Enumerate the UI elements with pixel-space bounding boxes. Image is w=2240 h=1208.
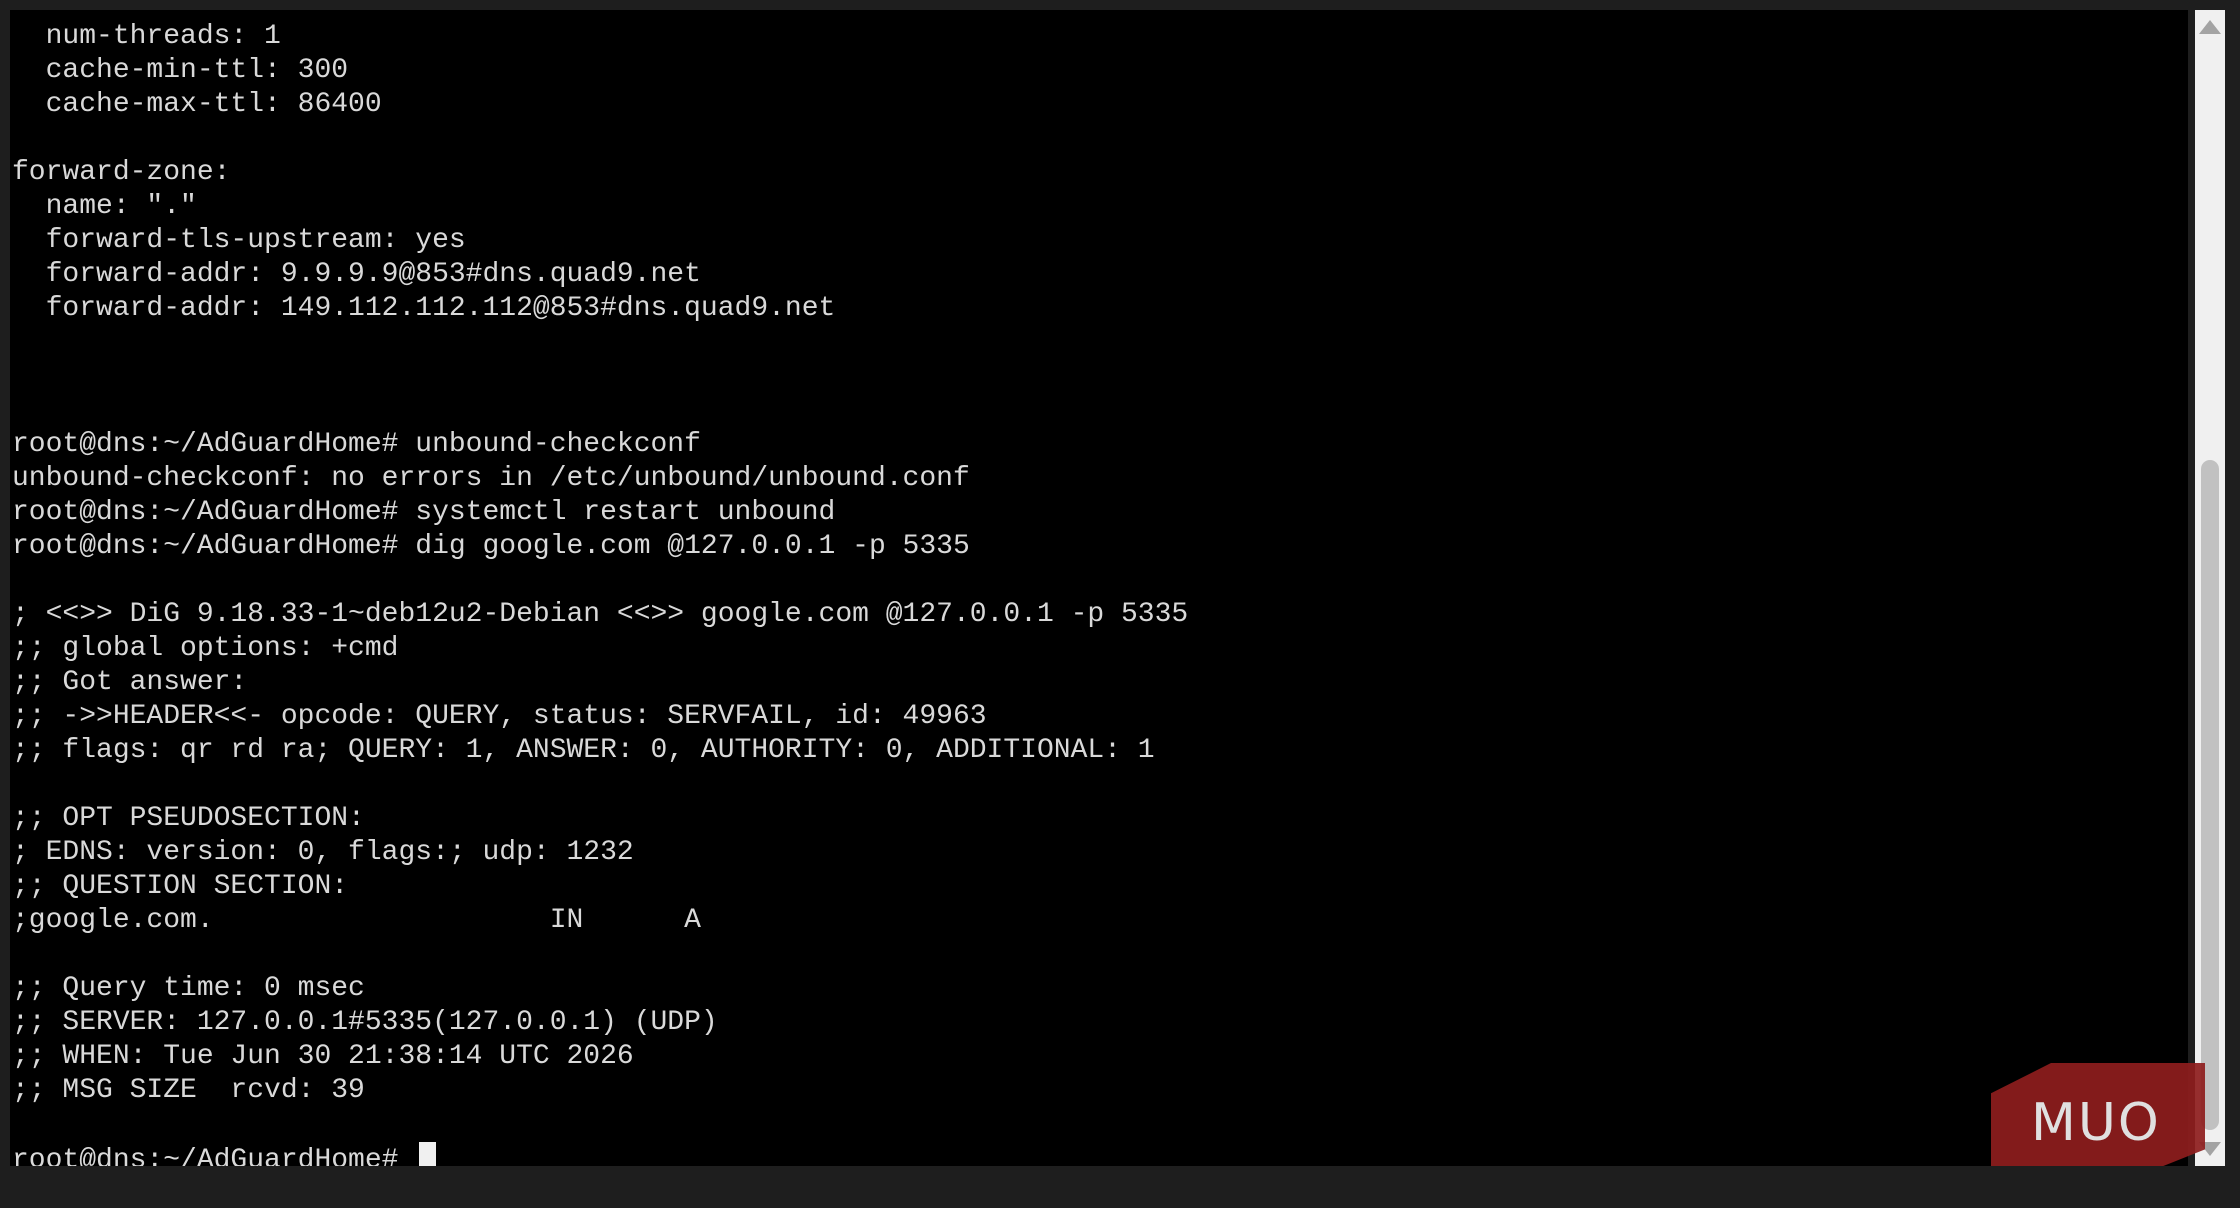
terminal-line: ;; WHEN: Tue Jun 30 21:38:14 UTC 2026 <box>12 1041 634 1072</box>
terminal-line: ;; global options: +cmd <box>12 633 399 664</box>
terminal-prompt: root@dns:~/AdGuardHome# <box>12 1145 416 1166</box>
terminal-line: ;; ->>HEADER<<- opcode: QUERY, status: S… <box>12 701 987 732</box>
window-bottom-border <box>0 1166 2240 1208</box>
terminal-line: cache-max-ttl: 86400 <box>12 89 382 120</box>
terminal-line: cache-min-ttl: 300 <box>12 55 349 86</box>
terminal-output[interactable]: num-threads: 1 cache-min-ttl: 300 cache-… <box>10 10 2188 1166</box>
terminal-line: ;; flags: qr rd ra; QUERY: 1, ANSWER: 0,… <box>12 735 1155 766</box>
terminal-lines: num-threads: 1 cache-min-ttl: 300 cache-… <box>12 20 1188 1166</box>
terminal-line: ;; SERVER: 127.0.0.1#5335(127.0.0.1) (UD… <box>12 1007 718 1038</box>
terminal-line: ;; Query time: 0 msec <box>12 973 365 1004</box>
terminal-line: ;; OPT PSEUDOSECTION: <box>12 803 365 834</box>
terminal-line: forward-tls-upstream: yes <box>12 225 466 256</box>
terminal-line: forward-zone: <box>12 157 231 188</box>
terminal-line: forward-addr: 9.9.9.9@853#dns.quad9.net <box>12 259 701 290</box>
terminal-line: root@dns:~/AdGuardHome# systemctl restar… <box>12 497 836 528</box>
terminal-line: ;; QUESTION SECTION: <box>12 871 349 902</box>
terminal-line: unbound-checkconf: no errors in /etc/unb… <box>12 463 970 494</box>
terminal-prompt-row[interactable]: root@dns:~/AdGuardHome# <box>12 1142 1188 1166</box>
terminal-line: ;; Got answer: <box>12 667 248 698</box>
watermark-text: MUO <box>2031 1093 2161 1153</box>
terminal-line: ;; MSG SIZE rcvd: 39 <box>12 1075 365 1106</box>
text-cursor <box>419 1142 437 1166</box>
terminal-line: ;google.com. IN A <box>12 905 701 936</box>
terminal-line: num-threads: 1 <box>12 21 281 52</box>
terminal-line: root@dns:~/AdGuardHome# dig google.com @… <box>12 531 970 562</box>
terminal-line: ; <<>> DiG 9.18.33-1~deb12u2-Debian <<>>… <box>12 599 1189 630</box>
terminal-line: forward-addr: 149.112.112.112@853#dns.qu… <box>12 293 836 324</box>
terminal-line: root@dns:~/AdGuardHome# unbound-checkcon… <box>12 429 701 460</box>
terminal-window: num-threads: 1 cache-min-ttl: 300 cache-… <box>0 0 2240 1208</box>
muo-watermark-logo: MUO <box>1991 1063 2205 1171</box>
vertical-scrollbar[interactable] <box>2195 10 2225 1166</box>
terminal-line: ; EDNS: version: 0, flags:; udp: 1232 <box>12 837 634 868</box>
terminal-line: name: "." <box>12 191 197 222</box>
scrollbar-thumb[interactable] <box>2201 460 2219 1130</box>
arrow-up-icon[interactable] <box>2199 20 2221 34</box>
